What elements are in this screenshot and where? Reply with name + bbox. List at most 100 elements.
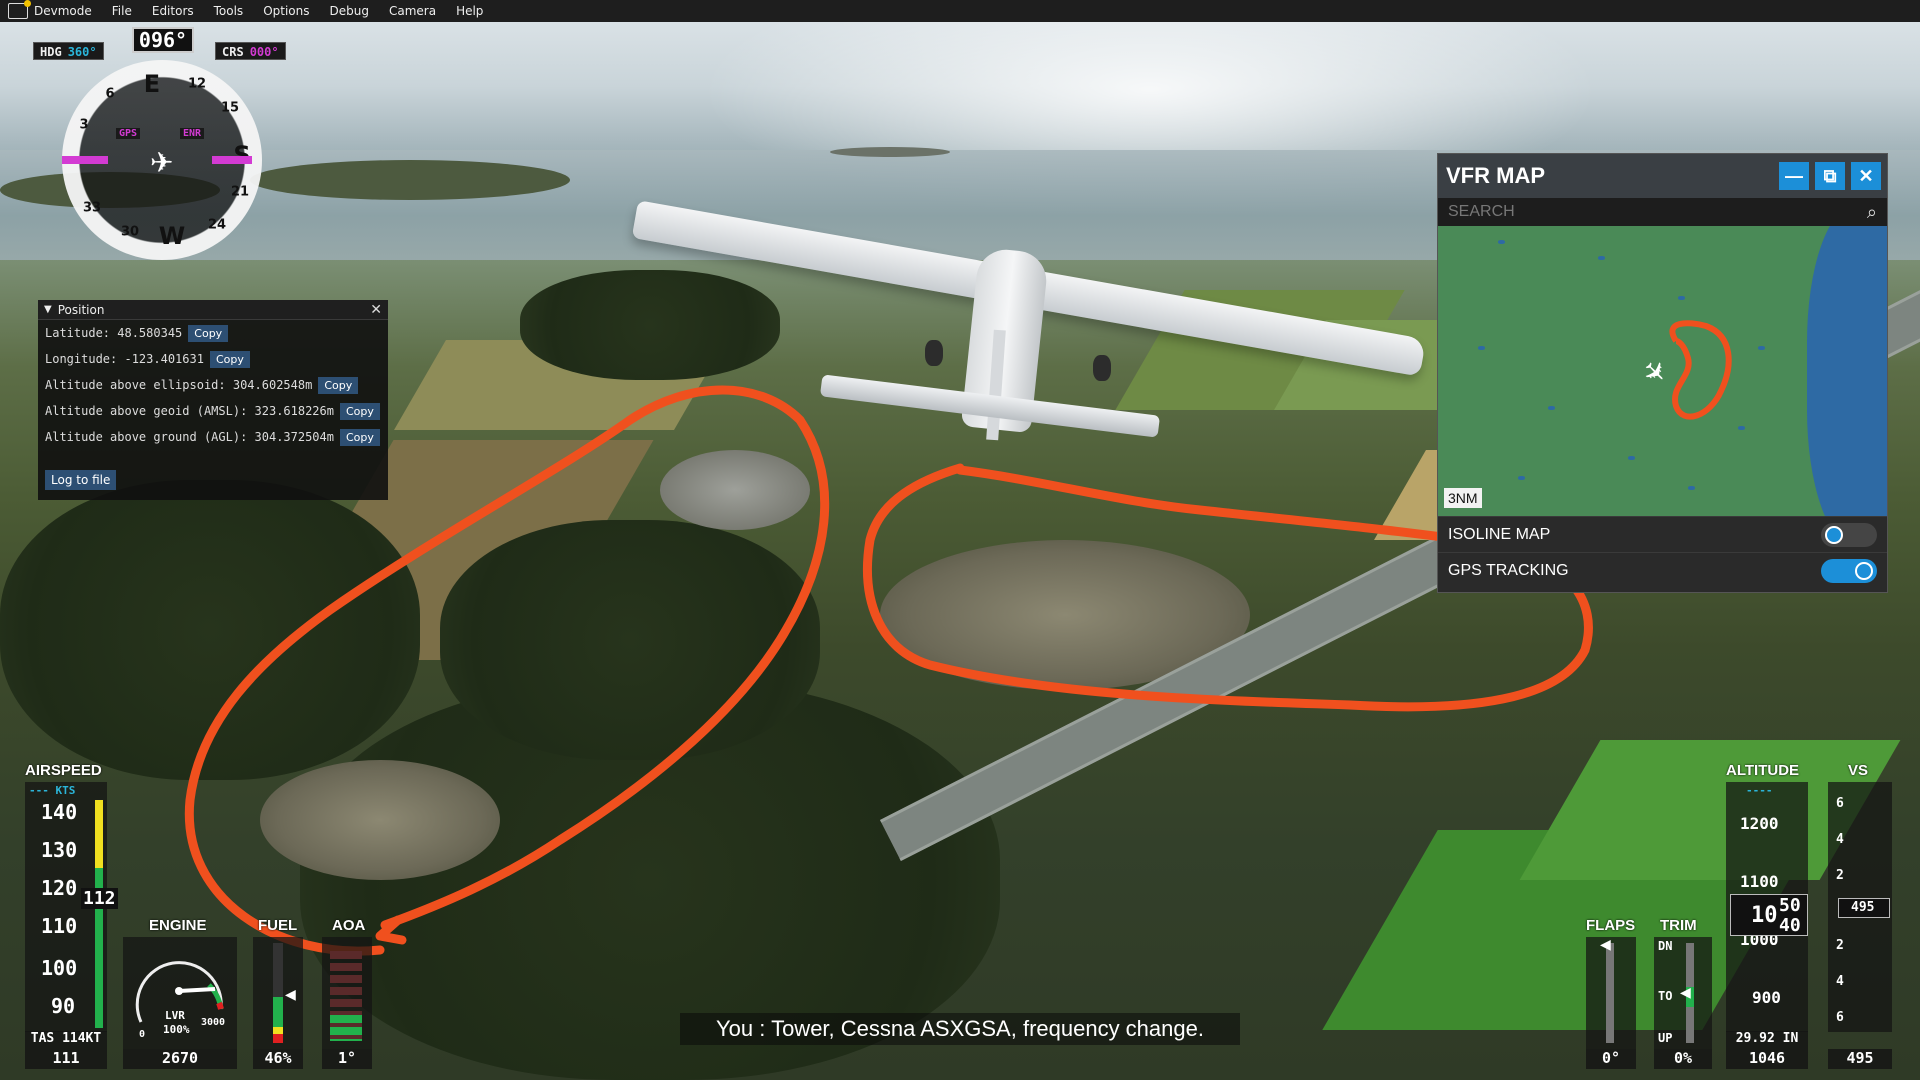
trim-up-label: UP bbox=[1658, 1031, 1673, 1045]
rpm-value: 2670 bbox=[123, 1049, 237, 1069]
vs-current: 495 bbox=[1851, 900, 1875, 915]
collapse-triangle-icon[interactable]: ▼ bbox=[44, 304, 52, 315]
copy-amsl-button[interactable]: Copy bbox=[339, 402, 380, 420]
flaps-track bbox=[1606, 943, 1614, 1043]
vs-tick: 2 bbox=[1836, 868, 1844, 883]
vs-current-box: 495 bbox=[1838, 898, 1890, 918]
isoline-map-option: ISOLINE MAP bbox=[1438, 516, 1887, 552]
menu-editors[interactable]: Editors bbox=[142, 0, 204, 22]
aoa-title: AOA bbox=[332, 917, 366, 934]
trim-pointer-icon: ◀ bbox=[1680, 985, 1691, 1001]
course-pointer-tail-icon bbox=[212, 156, 252, 164]
vfr-map-panel: VFR MAP — ⧉ ✕ SEARCH ⌕ ✈ 3NM ISOLINE MAP… bbox=[1437, 153, 1888, 593]
airspeed-tick: 90 bbox=[51, 994, 76, 1018]
flaps-pointer-icon: ◀ bbox=[1600, 937, 1611, 953]
dev-menubar: Devmode File Editors Tools Options Debug… bbox=[0, 0, 1920, 22]
trim-title: TRIM bbox=[1660, 917, 1697, 934]
aoa-bar-active bbox=[330, 1015, 362, 1041]
menu-devmode[interactable]: Devmode bbox=[34, 0, 102, 22]
airspeed-value: 111 bbox=[25, 1049, 107, 1069]
minimize-icon[interactable]: — bbox=[1779, 162, 1809, 190]
position-row-latitude: Latitude: 48.580345 Copy bbox=[38, 320, 388, 346]
menu-tools[interactable]: Tools bbox=[204, 0, 254, 22]
fuel-bar-fill bbox=[273, 997, 283, 1043]
course-pointer-icon bbox=[62, 156, 108, 164]
position-row-agl: Altitude above ground (AGL): 304.372504m… bbox=[38, 424, 388, 450]
vfr-map-header[interactable]: VFR MAP — ⧉ ✕ bbox=[1438, 154, 1887, 198]
menu-debug[interactable]: Debug bbox=[320, 0, 379, 22]
altitude-current-box: 10 50 40 bbox=[1730, 894, 1808, 936]
own-aircraft-icon: ✈ bbox=[150, 146, 174, 179]
gps-tracking-toggle[interactable] bbox=[1821, 558, 1877, 583]
close-icon[interactable]: ✕ bbox=[1851, 162, 1881, 190]
heading-readout: 096° bbox=[132, 27, 194, 53]
toggle-knob bbox=[1855, 561, 1873, 580]
position-panel-title: Position bbox=[57, 302, 105, 317]
airspeed-tick: 100 bbox=[41, 956, 78, 980]
compass-label: 15 bbox=[220, 100, 240, 116]
copy-longitude-button[interactable]: Copy bbox=[209, 350, 250, 368]
flaps-value: 0° bbox=[1586, 1049, 1636, 1069]
rpm-min: 0 bbox=[139, 1029, 146, 1040]
altitude-current-bottom: 40 bbox=[1779, 915, 1801, 936]
airspeed-current: 112 bbox=[81, 888, 118, 909]
trim-to-label: TO bbox=[1658, 989, 1673, 1003]
menu-camera[interactable]: Camera bbox=[379, 0, 446, 22]
altitude-tape: ---- 1200 1100 1000 900 10 50 40 bbox=[1726, 782, 1808, 1032]
toggle-knob bbox=[1825, 525, 1843, 544]
search-icon[interactable]: ⌕ bbox=[1867, 202, 1877, 223]
vfr-map-title: VFR MAP bbox=[1446, 163, 1545, 188]
copy-agl-button[interactable]: Copy bbox=[339, 428, 380, 446]
engine-gauge: LVR 100% 0 3000 bbox=[123, 937, 237, 1049]
airspeed-unit: --- KTS bbox=[29, 784, 76, 797]
isoline-map-toggle[interactable] bbox=[1821, 522, 1877, 547]
flaps-title: FLAPS bbox=[1586, 917, 1636, 934]
airspeed-tick: 140 bbox=[41, 800, 78, 824]
agl-altitude-text: Altitude above ground (AGL): 304.372504m bbox=[45, 430, 334, 444]
vfr-search-input[interactable]: SEARCH bbox=[1448, 203, 1515, 221]
gps-tracking-option: GPS TRACKING bbox=[1438, 552, 1887, 588]
compass-label: 21 bbox=[230, 184, 250, 200]
copy-ellipsoid-button[interactable]: Copy bbox=[318, 376, 359, 394]
menu-help[interactable]: Help bbox=[446, 0, 493, 22]
copy-latitude-button[interactable]: Copy bbox=[188, 324, 229, 342]
airspeed-tick: 110 bbox=[41, 914, 78, 938]
fuel-gauge: ◀ bbox=[253, 937, 303, 1049]
engine-title: ENGINE bbox=[149, 917, 207, 934]
baro-setting[interactable]: 29.92 IN bbox=[1726, 1031, 1808, 1049]
altitude-tick: 900 bbox=[1752, 988, 1781, 1007]
menu-options[interactable]: Options bbox=[253, 0, 319, 22]
vs-title: VS bbox=[1848, 762, 1869, 779]
compass-label: 3 bbox=[79, 117, 89, 133]
airspeed-tape: --- KTS 140 130 120 110 100 90 112 bbox=[25, 782, 118, 1032]
aoa-value: 1° bbox=[322, 1049, 372, 1069]
fuel-pointer-icon: ◀ bbox=[285, 987, 296, 1003]
vs-tick: 6 bbox=[1836, 796, 1844, 811]
compass-label: 24 bbox=[207, 217, 227, 233]
altitude-tick: 1100 bbox=[1740, 872, 1779, 891]
devmode-logo-icon bbox=[8, 0, 31, 19]
close-icon[interactable]: ✕ bbox=[370, 302, 382, 318]
airspeed-tick: 130 bbox=[41, 838, 78, 862]
vs-tick: 6 bbox=[1836, 1010, 1844, 1025]
rpm-max: 3000 bbox=[201, 1017, 226, 1028]
fuel-value: 46% bbox=[253, 1049, 303, 1069]
lever-label: LVR bbox=[165, 1009, 185, 1022]
vs-tape: 6 4 2 2 4 6 495 bbox=[1828, 782, 1892, 1032]
menu-file[interactable]: File bbox=[102, 0, 142, 22]
compass-label: 33 bbox=[82, 200, 102, 216]
altitude-current-big: 10 bbox=[1751, 903, 1778, 928]
crs-value: 000° bbox=[249, 45, 279, 59]
map-scale-badge: 3NM bbox=[1444, 488, 1482, 508]
position-panel-header[interactable]: ▼ Position ✕ bbox=[38, 300, 388, 320]
position-panel: ▼ Position ✕ Latitude: 48.580345 Copy Lo… bbox=[38, 300, 388, 500]
log-to-file-button[interactable]: Log to file bbox=[45, 470, 117, 490]
popout-icon[interactable]: ⧉ bbox=[1815, 162, 1845, 190]
vfr-map-view[interactable]: ✈ 3NM bbox=[1438, 226, 1887, 516]
latitude-text: Latitude: 48.580345 bbox=[45, 326, 183, 340]
lever-pct: 100% bbox=[163, 1023, 190, 1036]
compass-label: 12 bbox=[187, 76, 207, 92]
vfr-search-bar[interactable]: SEARCH ⌕ bbox=[1438, 198, 1887, 226]
gps-tracking-label: GPS TRACKING bbox=[1448, 561, 1569, 579]
hdg-label: HDG bbox=[40, 45, 62, 59]
